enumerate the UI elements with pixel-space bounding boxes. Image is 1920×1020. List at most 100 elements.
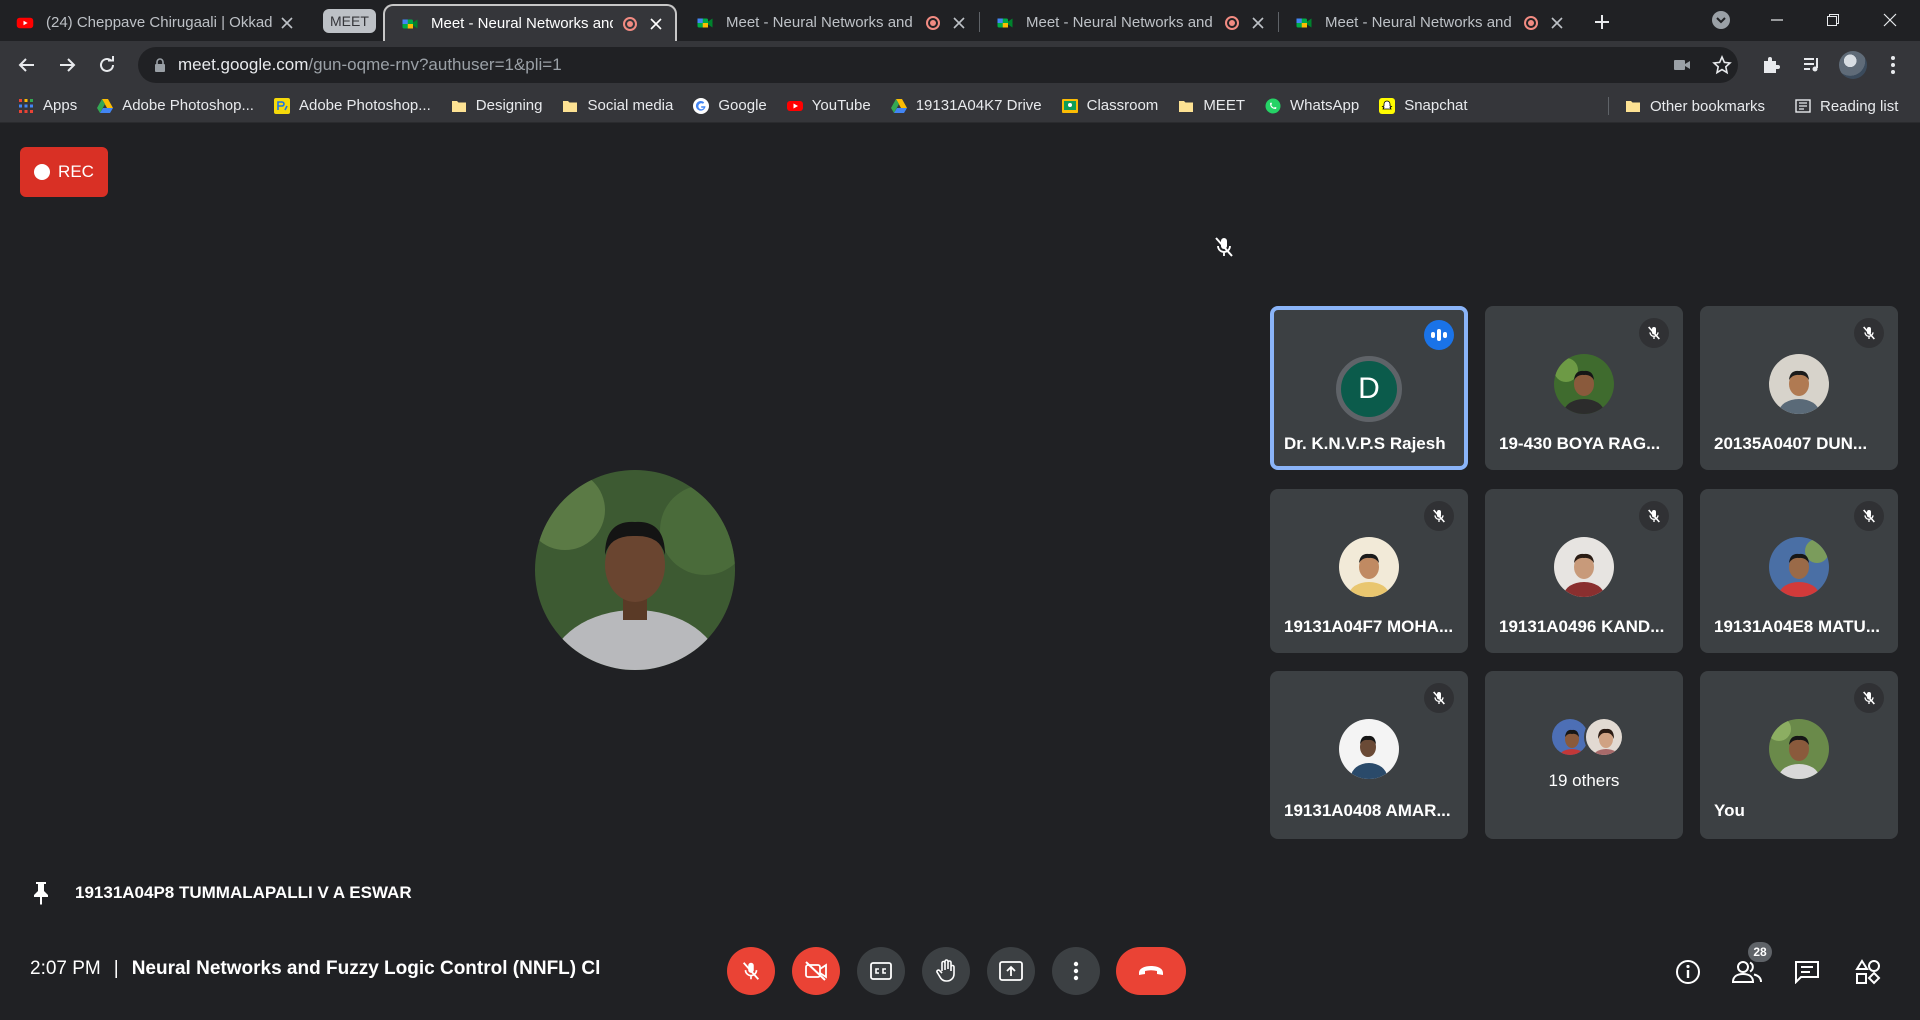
media-controls-button[interactable] <box>1796 49 1828 81</box>
pinned-participant-name: 19131A04P8 TUMMALAPALLI V A ESWAR <box>75 883 412 902</box>
bookmark-google[interactable]: Google <box>683 92 776 120</box>
avatar <box>1339 537 1399 597</box>
close-tab-icon[interactable] <box>950 14 968 32</box>
recording-label: REC <box>58 162 94 181</box>
meeting-title: Neural Networks and Fuzzy Logic Control … <box>131 958 601 979</box>
info-icon <box>1676 960 1700 984</box>
mic-off-icon <box>1854 683 1884 713</box>
browser-menu-button[interactable] <box>1877 49 1909 81</box>
tab-strip: (24) Cheppave Chirugaali | Okkad MEET Me… <box>0 0 1920 41</box>
bookmark-youtube[interactable]: YouTube <box>777 92 881 120</box>
participant-tile[interactable]: 19131A0408 AMAR... <box>1270 671 1468 839</box>
avatar <box>1769 719 1829 779</box>
pinned-participant[interactable]: 19131A04P8 TUMMALAPALLI V A ESWAR <box>30 880 412 906</box>
recording-badge[interactable]: REC <box>20 147 108 197</box>
bookmark-classroom[interactable]: Classroom <box>1052 92 1169 120</box>
kebab-menu-icon <box>1891 56 1895 74</box>
avatar <box>1554 537 1614 597</box>
activities-shapes-icon <box>1855 959 1881 985</box>
participant-tile[interactable]: 19131A04F7 MOHA... <box>1270 489 1468 653</box>
bookmark-folder-designing[interactable]: Designing <box>441 92 553 120</box>
tab-search-button[interactable] <box>1698 0 1744 40</box>
others-tile[interactable]: 19 others <box>1485 671 1683 839</box>
activities-button[interactable] <box>1852 956 1884 988</box>
participant-tile[interactable]: 19-430 BOYA RAG... <box>1485 306 1683 470</box>
chevron-down-circle-icon <box>1712 11 1730 29</box>
bookmark-folder-meet[interactable]: MEET <box>1168 92 1255 120</box>
classroom-icon <box>1061 98 1078 113</box>
avatar <box>1769 354 1829 414</box>
bookmark-snapchat[interactable]: Snapchat <box>1369 92 1477 120</box>
url-host: meet.google.com <box>178 55 309 74</box>
bookmark-drive[interactable]: 19131A04K7 Drive <box>881 92 1052 120</box>
minimize-button[interactable] <box>1754 0 1800 40</box>
google-icon <box>693 97 710 114</box>
recording-indicator-icon <box>623 16 637 31</box>
new-tab-button[interactable] <box>1589 9 1615 35</box>
drive-icon <box>97 98 114 113</box>
bookmark-apps[interactable]: Apps <box>8 92 87 120</box>
restore-button[interactable] <box>1810 0 1856 40</box>
speaking-indicator-icon <box>1424 320 1454 350</box>
reading-list[interactable]: Reading list <box>1785 89 1908 123</box>
address-bar[interactable]: meet.google.com/gun-oqme-rnv?authuser=1&… <box>138 47 1738 83</box>
meeting-details-button[interactable] <box>1672 956 1704 988</box>
meet-icon <box>1296 18 1312 27</box>
participant-tile[interactable]: D Dr. K.N.V.P.S Rajesh <box>1270 306 1468 470</box>
toggle-camera-button[interactable] <box>792 947 840 995</box>
separator: | <box>113 958 119 979</box>
recording-indicator-icon <box>1225 15 1239 30</box>
tab-youtube[interactable]: (24) Cheppave Chirugaali | Okkad <box>0 4 306 41</box>
close-window-button[interactable] <box>1867 0 1913 40</box>
chat-icon <box>1795 961 1819 984</box>
tab-meet-active[interactable]: Meet - Neural Networks and Fuzzy Logic C… <box>383 4 677 41</box>
bookmark-label: Social media <box>587 97 674 114</box>
participant-tile[interactable]: 19131A04E8 MATU... <box>1700 489 1898 653</box>
kebab-menu-icon <box>1073 961 1079 981</box>
bookmark-label: YouTube <box>811 97 871 114</box>
reload-button[interactable] <box>91 49 123 81</box>
tab-meet-2[interactable]: Meet - Neural Networks and Fuzzy Logic C… <box>680 4 978 41</box>
bookmark-whatsapp[interactable]: WhatsApp <box>1255 92 1369 120</box>
arrow-left-icon <box>18 58 34 72</box>
bookmark-adobe-photoshop-2[interactable]: Adobe Photoshop... <box>264 92 441 120</box>
close-tab-icon[interactable] <box>1249 14 1267 32</box>
close-tab-icon[interactable] <box>1548 14 1566 32</box>
extensions-button[interactable] <box>1755 49 1787 81</box>
close-tab-icon[interactable] <box>647 15 665 33</box>
mic-off-icon <box>1424 501 1454 531</box>
tab-meet-4[interactable]: Meet - Neural Networks and Fuzzy Logic C… <box>1279 4 1576 41</box>
raise-hand-button[interactable] <box>922 947 970 995</box>
self-tile[interactable]: You <box>1700 671 1898 839</box>
participant-tile[interactable]: 20135A0407 DUN... <box>1700 306 1898 470</box>
more-options-button[interactable] <box>1052 947 1100 995</box>
close-icon <box>1883 13 1897 27</box>
bookmark-adobe-photoshop-1[interactable]: Adobe Photoshop... <box>87 92 264 120</box>
bookmark-folder-social-media[interactable]: Social media <box>552 92 683 120</box>
leave-call-button[interactable] <box>1116 947 1186 995</box>
forward-button[interactable] <box>51 49 83 81</box>
profile-avatar[interactable] <box>1839 51 1867 79</box>
participant-name: You <box>1714 801 1745 820</box>
arrow-right-icon <box>60 58 76 72</box>
participant-tile[interactable]: 19131A0496 KAND... <box>1485 489 1683 653</box>
present-screen-button[interactable] <box>987 947 1035 995</box>
tab-meet-3[interactable]: Meet - Neural Networks and Fuzzy Logic C… <box>980 4 1277 41</box>
bookmark-star-button[interactable] <box>1706 49 1738 81</box>
captions-button[interactable] <box>857 947 905 995</box>
photoshop-app-icon <box>273 97 290 114</box>
camera-off-icon <box>805 961 827 981</box>
toggle-microphone-button[interactable] <box>727 947 775 995</box>
camera-in-use-button[interactable] <box>1666 49 1698 81</box>
mic-off-icon <box>1424 683 1454 713</box>
close-tab-icon[interactable] <box>278 14 296 32</box>
star-icon <box>1712 55 1732 75</box>
chat-button[interactable] <box>1791 956 1823 988</box>
mic-off-icon <box>1639 318 1669 348</box>
bookmark-label: Designing <box>475 97 543 114</box>
tab-group-chip[interactable]: MEET <box>323 9 376 33</box>
meet-icon <box>402 19 418 28</box>
other-bookmarks[interactable]: Other bookmarks <box>1615 89 1775 123</box>
back-button[interactable] <box>11 49 43 81</box>
present-screen-icon <box>999 961 1023 981</box>
